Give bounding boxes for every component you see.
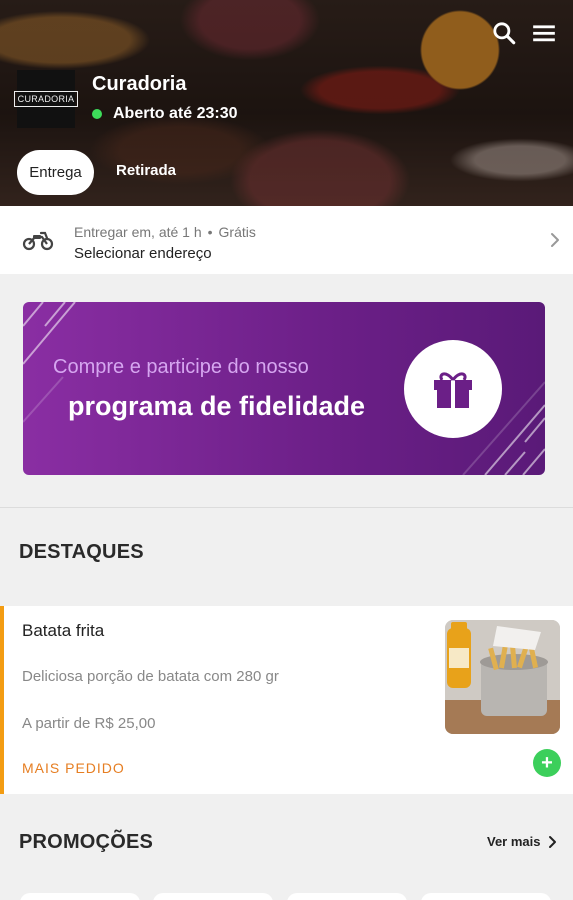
delivery-time: Entregar em, até 1 h bbox=[74, 224, 202, 240]
product-image[interactable] bbox=[445, 620, 560, 734]
motorcycle-icon bbox=[22, 231, 54, 251]
see-more-label: Ver mais bbox=[487, 834, 541, 849]
loyalty-title: programa de fidelidade bbox=[68, 391, 366, 421]
fries-illustration bbox=[445, 620, 560, 734]
select-address-link[interactable]: Selecionar endereço bbox=[74, 245, 212, 262]
store-status: Aberto até 23:30 bbox=[92, 105, 238, 123]
product-price-prefix: A partir de bbox=[22, 715, 91, 732]
search-icon[interactable] bbox=[491, 20, 517, 46]
store-logo: CURADORIA bbox=[13, 70, 79, 128]
most-ordered-tag: MAIS PEDIDO bbox=[22, 760, 125, 776]
tab-pickup[interactable]: Retirada bbox=[116, 162, 176, 179]
loyalty-program-banner[interactable]: Compre e participe do nosso programa de … bbox=[23, 302, 545, 475]
section-divider bbox=[0, 507, 573, 508]
gift-icon bbox=[434, 372, 472, 408]
promotions-title: PROMOÇÕES bbox=[19, 831, 154, 853]
chevron-right-icon[interactable] bbox=[548, 231, 562, 249]
product-description: Deliciosa porção de batata com 280 gr bbox=[22, 668, 279, 685]
highlights-title: DESTAQUES bbox=[19, 541, 144, 563]
delivery-info: Entregar em, até 1 h • Grátis bbox=[74, 224, 256, 240]
promo-card[interactable] bbox=[153, 893, 273, 900]
product-price: A partir de R$ 25,00 bbox=[22, 715, 155, 732]
delivery-separator: • bbox=[207, 224, 213, 240]
promo-card[interactable] bbox=[421, 893, 551, 900]
tab-delivery[interactable]: Entrega bbox=[17, 150, 94, 195]
add-to-cart-button[interactable]: + bbox=[533, 749, 561, 777]
store-name: Curadoria bbox=[92, 73, 187, 95]
store-logo-text: CURADORIA bbox=[13, 91, 79, 107]
promo-card[interactable] bbox=[20, 893, 140, 900]
gift-badge bbox=[404, 340, 502, 438]
delivery-address-bar[interactable] bbox=[0, 206, 573, 274]
chevron-right-icon bbox=[548, 835, 556, 848]
delivery-fee: Grátis bbox=[218, 224, 256, 240]
hamburger-menu-icon[interactable] bbox=[531, 20, 557, 46]
tab-delivery-label: Entrega bbox=[29, 164, 82, 181]
open-status-dot bbox=[92, 109, 102, 119]
store-status-text: Aberto até 23:30 bbox=[113, 105, 238, 122]
product-price-value: R$ 25,00 bbox=[94, 715, 156, 732]
product-name: Batata frita bbox=[22, 621, 105, 640]
promo-card[interactable] bbox=[287, 893, 407, 900]
see-more-link[interactable]: Ver mais bbox=[487, 834, 557, 849]
loyalty-tagline: Compre e participe do nosso bbox=[53, 356, 309, 378]
store-hero-banner: CURADORIA Curadoria Aberto até 23:30 Ent… bbox=[0, 0, 573, 206]
